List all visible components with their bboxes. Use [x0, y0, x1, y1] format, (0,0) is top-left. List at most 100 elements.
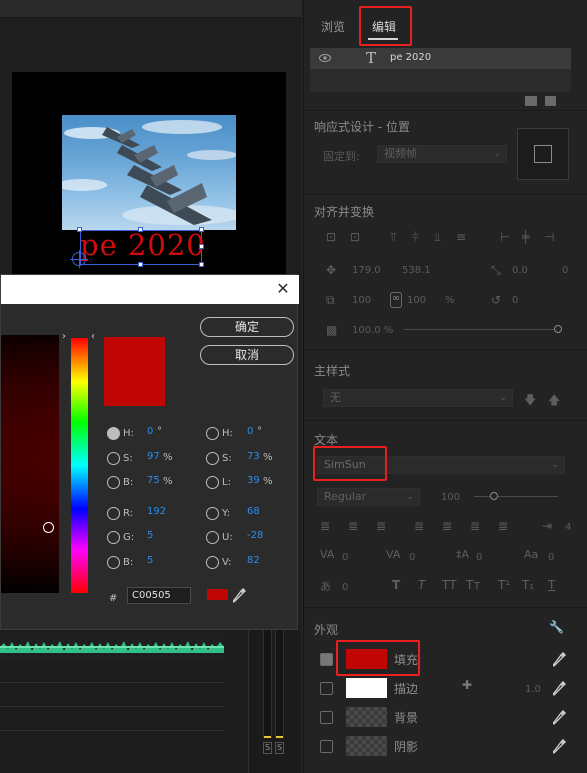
align-top-icon[interactable]: ⫪: [390, 230, 397, 245]
opacity-slider-track[interactable]: [404, 329, 556, 330]
font-size-slider-thumb[interactable]: [490, 492, 498, 500]
radio-rgb-red[interactable]: [107, 507, 120, 520]
fill-checkbox[interactable]: [320, 653, 333, 666]
resize-handle[interactable]: [199, 244, 204, 249]
eyedropper-icon[interactable]: [233, 587, 247, 603]
rgb-r-value[interactable]: 192: [147, 506, 166, 517]
hsb-b-value[interactable]: 75: [147, 475, 160, 486]
shadow-checkbox[interactable]: [320, 740, 333, 753]
eyedropper-icon[interactable]: [553, 680, 567, 696]
radio-rgb-green[interactable]: [107, 531, 120, 544]
radio-yuv-y[interactable]: [206, 507, 219, 520]
hue-slider[interactable]: [71, 338, 88, 593]
solo-button[interactable]: S: [275, 742, 284, 754]
add-stroke-icon[interactable]: ✚: [462, 678, 472, 692]
stroke-checkbox[interactable]: [320, 682, 333, 695]
eye-icon[interactable]: [319, 53, 331, 63]
align-vcenter-icon[interactable]: ⫩: [412, 230, 419, 245]
hsl-l-value[interactable]: 39: [247, 475, 260, 486]
anchor-y-value[interactable]: 0: [562, 265, 568, 276]
tracking-value[interactable]: 0: [342, 552, 348, 563]
overlay-text[interactable]: pe 2020: [80, 228, 206, 262]
underline-icon[interactable]: T: [548, 578, 555, 592]
justify-all-icon[interactable]: ≣: [498, 519, 508, 533]
justify-right-icon[interactable]: ≣: [470, 519, 480, 533]
baseline-value[interactable]: 0: [548, 552, 554, 563]
subscript-icon[interactable]: T₁: [522, 578, 534, 592]
yuv-u-value[interactable]: -28: [247, 530, 263, 541]
eyedropper-icon[interactable]: [553, 651, 567, 667]
ok-button[interactable]: 确定: [200, 317, 294, 337]
position-x-value[interactable]: 179.0: [352, 265, 381, 276]
justify-left-icon[interactable]: ≣: [414, 519, 424, 533]
align-text-right-icon[interactable]: ≣: [376, 519, 386, 533]
resize-handle[interactable]: [138, 262, 143, 267]
radio-hsb-sat[interactable]: [107, 452, 120, 465]
hex-input[interactable]: C00505: [127, 587, 191, 604]
align-bottom-icon[interactable]: ⫫: [434, 230, 441, 245]
new-group-icon[interactable]: [525, 96, 537, 106]
opacity-value[interactable]: 100.0 %: [352, 325, 393, 336]
layer-row[interactable]: T pe 2020: [310, 48, 571, 69]
yuv-v-value[interactable]: 82: [247, 555, 260, 566]
solo-button[interactable]: S: [263, 742, 272, 754]
radio-hsl-sat[interactable]: [206, 452, 219, 465]
background-color-swatch[interactable]: [346, 707, 387, 727]
rgb-g-value[interactable]: 5: [147, 530, 153, 541]
wrench-icon[interactable]: 🔧: [549, 620, 564, 634]
tsume-value[interactable]: 0: [342, 582, 348, 593]
hsb-s-value[interactable]: 97: [147, 451, 160, 462]
cancel-button[interactable]: 取消: [200, 345, 294, 365]
radio-rgb-blue[interactable]: [107, 556, 120, 569]
eyedropper-icon[interactable]: [553, 709, 567, 725]
anchor-x-value[interactable]: 0.0: [512, 265, 528, 276]
hsl-h-value[interactable]: 0: [247, 426, 253, 437]
push-to-style-icon[interactable]: 🡇: [524, 391, 536, 412]
resize-handle[interactable]: [199, 227, 204, 232]
radio-yuv-u[interactable]: [206, 531, 219, 544]
rotation-value[interactable]: 0: [512, 295, 518, 306]
rgb-b-value[interactable]: 5: [147, 555, 153, 566]
color-field-cursor[interactable]: [43, 522, 54, 533]
dialog-title-bar[interactable]: ✕: [1, 275, 299, 304]
font-size-value[interactable]: 100: [441, 492, 460, 503]
justify-center-icon[interactable]: ≣: [442, 519, 452, 533]
hsl-s-value[interactable]: 73: [247, 451, 260, 462]
hsb-h-value[interactable]: 0: [147, 426, 153, 437]
kerning-value[interactable]: 0: [409, 552, 415, 563]
background-checkbox[interactable]: [320, 711, 333, 724]
scale-height-value[interactable]: 100: [407, 295, 426, 306]
pin-to-dropdown[interactable]: 视频帧 ⌄: [377, 145, 507, 163]
radio-hsl-hue[interactable]: [206, 427, 219, 440]
align-vertical-center-icon[interactable]: ⊡: [326, 230, 336, 244]
link-scale-icon[interactable]: ∞: [390, 292, 402, 308]
leading-value[interactable]: 0: [476, 552, 482, 563]
new-layer-icon[interactable]: [545, 96, 556, 106]
stroke-color-swatch[interactable]: [346, 678, 387, 698]
eyedropper-icon[interactable]: [553, 738, 567, 754]
position-y-value[interactable]: 538.1: [402, 265, 431, 276]
all-caps-icon[interactable]: TT: [442, 578, 456, 592]
yuv-y-value[interactable]: 68: [247, 506, 260, 517]
radio-hsb-bri[interactable]: [107, 476, 120, 489]
font-size-slider-track[interactable]: [474, 496, 558, 497]
faux-italic-icon[interactable]: T: [418, 578, 425, 592]
fill-color-swatch[interactable]: [346, 649, 387, 669]
stroke-width-value[interactable]: 1.0: [525, 684, 541, 695]
tab-edit[interactable]: 编辑: [372, 18, 396, 35]
distribute-vertical-icon[interactable]: ≡: [456, 230, 466, 244]
align-left-icon[interactable]: ⊢: [500, 230, 510, 244]
align-hcenter-icon[interactable]: ╪: [522, 230, 529, 244]
close-icon[interactable]: ✕: [275, 281, 291, 297]
align-right-icon[interactable]: ⊣: [544, 230, 554, 244]
resize-handle[interactable]: [77, 227, 82, 232]
radio-yuv-v[interactable]: [206, 556, 219, 569]
indent-icon[interactable]: ⇥: [542, 519, 552, 533]
align-text-left-icon[interactable]: ≣: [320, 519, 330, 533]
resize-handle[interactable]: [138, 227, 143, 232]
small-caps-icon[interactable]: Tт: [466, 578, 480, 592]
sync-from-style-icon[interactable]: 🡅: [548, 391, 560, 412]
align-horizontal-center-icon[interactable]: ⊡: [350, 230, 360, 244]
faux-bold-icon[interactable]: T: [392, 578, 400, 592]
resize-handle[interactable]: [199, 262, 204, 267]
